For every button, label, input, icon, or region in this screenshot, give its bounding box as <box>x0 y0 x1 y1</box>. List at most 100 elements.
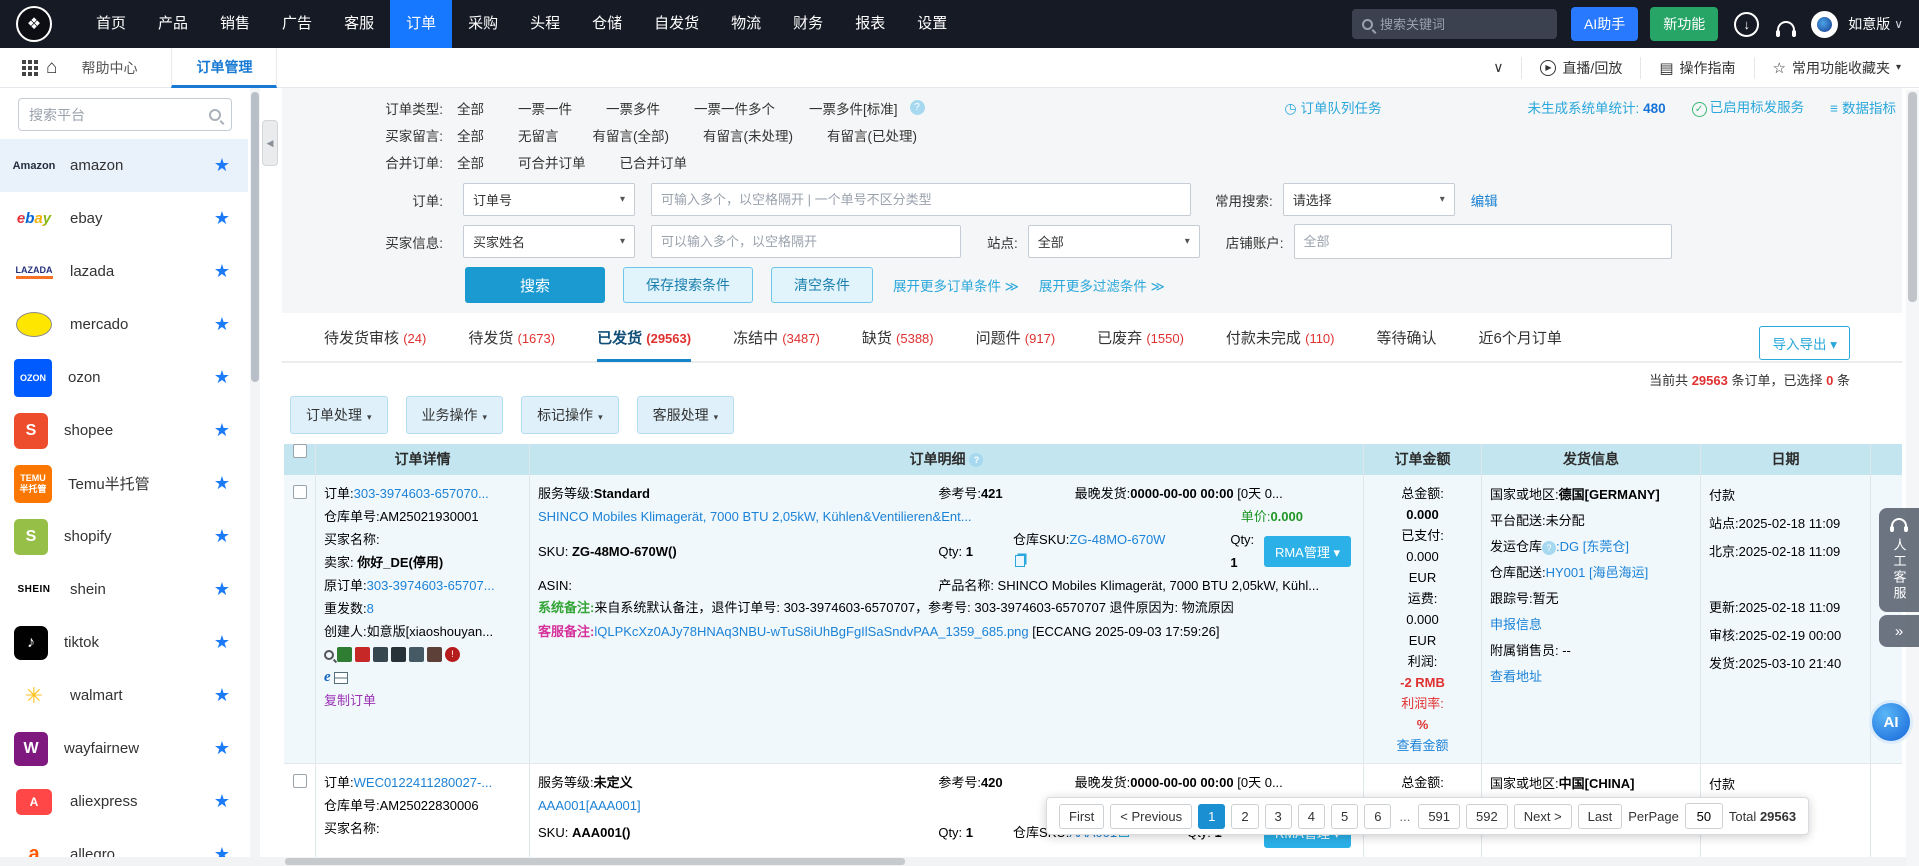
platform-search-input[interactable] <box>29 107 199 123</box>
sidebar-item-mercado[interactable]: mercado ★ <box>0 298 248 351</box>
expand-order-conditions-link[interactable]: 展开更多订单条件 ≫ <box>893 275 1019 295</box>
tab-to-ship[interactable]: 待发货 (1673) <box>468 318 555 362</box>
clear-conditions-button[interactable]: 清空条件 <box>771 267 873 303</box>
page-number-button[interactable]: 3 <box>1265 804 1292 829</box>
avatar[interactable] <box>1811 11 1838 38</box>
product-title-link[interactable]: AAA001[AAA001] <box>538 794 641 817</box>
nav-item-product[interactable]: 产品 <box>142 0 204 48</box>
filters-collapse-chevron[interactable]: ∨ <box>1475 57 1521 79</box>
page-last-button[interactable]: Last <box>1578 804 1623 829</box>
tab-discarded[interactable]: 已废弃 (1550) <box>1097 318 1184 362</box>
business-ops-button[interactable]: 业务操作▾ <box>406 396 504 434</box>
product-title-link[interactable]: SHINCO Mobiles Klimagerät, 7000 BTU 2,05… <box>538 505 972 528</box>
ship-warehouse-link[interactable]: :DG [东莞仓] <box>1556 539 1629 554</box>
copy-order-link[interactable]: 复制订单 <box>324 693 376 708</box>
favorite-star-icon[interactable]: ★ <box>214 155 230 176</box>
common-search-select[interactable]: 请选择▾ <box>1283 183 1455 216</box>
favorite-star-icon[interactable]: ★ <box>214 632 230 653</box>
filter-option[interactable]: 一票一件 <box>518 98 572 118</box>
page-number-button[interactable]: 591 <box>1418 804 1460 829</box>
favorite-star-icon[interactable]: ★ <box>214 420 230 441</box>
alert-icon[interactable]: ! <box>445 647 460 662</box>
nav-item-ads[interactable]: 广告 <box>266 0 328 48</box>
warehouse-sku-link[interactable]: ZG-48MO-670W <box>1069 532 1165 547</box>
nav-item-service[interactable]: 客服 <box>328 0 390 48</box>
global-search[interactable] <box>1352 9 1557 39</box>
buyer-type-select[interactable]: 买家姓名▾ <box>463 225 635 258</box>
order-queue-task-link[interactable]: ◷订单队列任务 <box>1284 97 1381 117</box>
buyer-name-input[interactable] <box>651 225 961 258</box>
filter-option[interactable]: 全部 <box>457 98 484 118</box>
sidebar-item-aliexpress[interactable]: A aliexpress ★ <box>0 775 248 828</box>
original-order-link[interactable]: 303-3974603-65707... <box>367 578 495 593</box>
order-number-link[interactable]: WEC0122411280027-... <box>354 775 493 790</box>
tab-pending-review[interactable]: 待发货审核 (24) <box>324 318 426 362</box>
save-search-button[interactable]: 保存搜索条件 <box>623 267 753 303</box>
page-next-button[interactable]: Next > <box>1514 804 1572 829</box>
favorite-star-icon[interactable]: ★ <box>214 314 230 335</box>
resend-count-link[interactable]: 8 <box>367 601 374 616</box>
rma-manage-button[interactable]: RMA管理 ▾ <box>1264 536 1351 567</box>
shop-account-input[interactable] <box>1294 224 1672 259</box>
cs-note-file-link[interactable]: lQLPKcXz0AJy78HNAq3NBU-wTuS8iUhBgFgIlSaS… <box>594 624 1028 639</box>
package-icon[interactable] <box>391 647 406 662</box>
favorites-link[interactable]: ☆常用功能收藏夹▾ <box>1754 57 1919 79</box>
favorite-star-icon[interactable]: ★ <box>214 738 230 759</box>
favorite-star-icon[interactable]: ★ <box>214 261 230 282</box>
grid-doc-icon[interactable] <box>334 672 348 684</box>
tab-awaiting-confirm[interactable]: 等待确认 <box>1377 318 1437 362</box>
nav-item-finance[interactable]: 财务 <box>777 0 839 48</box>
favorite-star-icon[interactable]: ★ <box>214 208 230 229</box>
favorite-star-icon[interactable]: ★ <box>214 526 230 547</box>
filter-option[interactable]: 一票一件多个 <box>694 98 775 118</box>
nav-item-home[interactable]: 首页 <box>80 0 142 48</box>
help-icon[interactable]: ? <box>910 100 925 115</box>
sidebar-item-ebay[interactable]: ebay ebay ★ <box>0 192 248 245</box>
tab-shipped[interactable]: 已发货 (29563) <box>597 318 691 362</box>
nav-item-orders[interactable]: 订单 <box>390 0 452 48</box>
apps-grid-icon[interactable] <box>22 60 26 64</box>
sidebar-item-shopee[interactable]: S shopee ★ <box>0 404 248 457</box>
page-number-button[interactable]: 4 <box>1298 804 1325 829</box>
sidebar-item-amazon[interactable]: Amazon amazon ★ <box>0 139 248 192</box>
page-number-button[interactable]: 1 <box>1198 804 1225 829</box>
label-service-status[interactable]: ✓已启用标发服务 <box>1692 96 1805 117</box>
filter-option[interactable]: 无留言 <box>518 125 559 145</box>
uncreated-orders-stat[interactable]: 未生成系统单统计: 480 <box>1528 97 1666 117</box>
nav-item-sales[interactable]: 销售 <box>204 0 266 48</box>
declare-info-link[interactable]: 申报信息 <box>1490 617 1542 632</box>
favorite-star-icon[interactable]: ★ <box>214 473 230 494</box>
guide-link[interactable]: ▤操作指南 <box>1640 57 1753 79</box>
filter-option[interactable]: 可合并订单 <box>518 152 586 172</box>
download-icon[interactable]: ↓ <box>1734 12 1759 37</box>
ai-float-button[interactable]: AI <box>1869 700 1913 744</box>
help-icon[interactable]: ? <box>969 453 983 467</box>
help-icon[interactable]: ? <box>1542 541 1556 555</box>
site-select[interactable]: 全部▾ <box>1028 225 1200 258</box>
mark-ops-button[interactable]: 标记操作▾ <box>521 396 619 434</box>
home-icon[interactable]: ⌂ <box>46 57 57 79</box>
horizontal-scrollbar[interactable] <box>0 857 1906 866</box>
order-number-link[interactable]: 303-3974603-657070... <box>354 486 489 501</box>
truck-icon[interactable] <box>409 647 424 662</box>
nav-item-warehouse[interactable]: 仓储 <box>576 0 638 48</box>
customer-service-button[interactable]: 客服处理▾ <box>637 396 735 434</box>
edition-label[interactable]: 如意版 <box>1848 14 1890 34</box>
sidebar-scrollbar[interactable] <box>250 88 260 866</box>
tab-out-of-stock[interactable]: 缺货 (5388) <box>862 318 934 362</box>
nav-item-logistics[interactable]: 物流 <box>715 0 777 48</box>
chevron-down-icon[interactable]: ∨ <box>1894 17 1903 31</box>
filter-option[interactable]: 有留言(全部) <box>593 125 670 145</box>
sidebar-item-ozon[interactable]: OZON ozon ★ <box>0 351 248 404</box>
camera-icon[interactable] <box>373 647 388 662</box>
nav-item-selfship[interactable]: 自发货 <box>638 0 715 48</box>
brand-logo-icon[interactable]: ❖ <box>16 6 52 42</box>
tab-unpaid[interactable]: 付款未完成 (110) <box>1226 318 1335 362</box>
favorite-star-icon[interactable]: ★ <box>214 791 230 812</box>
nav-item-reports[interactable]: 报表 <box>839 0 901 48</box>
tab-last-6-months[interactable]: 近6个月订单 <box>1479 318 1562 362</box>
sidebar-item-shein[interactable]: SHEIN shein ★ <box>0 563 248 616</box>
global-search-input[interactable] <box>1380 17 1530 32</box>
human-service-widget[interactable]: 人工客服 <box>1879 508 1919 612</box>
edit-link[interactable]: 编辑 <box>1471 190 1498 210</box>
